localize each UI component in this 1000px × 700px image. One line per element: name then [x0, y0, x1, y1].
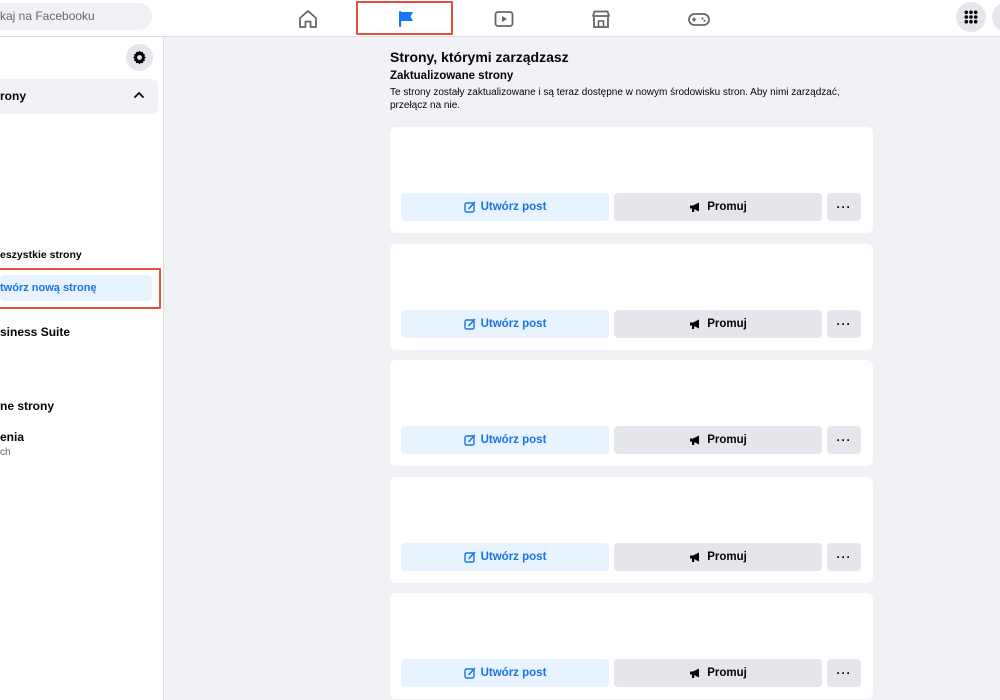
sidebar-section-pages[interactable]: rony [0, 79, 158, 114]
top-navigation-bar: kaj na Facebooku [0, 0, 1000, 37]
gear-icon [133, 50, 146, 65]
nav-tab-home[interactable] [260, 0, 356, 37]
edit-icon [463, 667, 475, 679]
promote-button[interactable]: Promuj [614, 193, 822, 221]
page-card: Utwórz post Promuj ··· [390, 360, 873, 466]
sidebar-section-label: rony [0, 89, 27, 103]
chevron-up-icon [134, 92, 144, 98]
sidebar-item-liked-pages[interactable]: ne strony [0, 399, 54, 413]
marketplace-icon [592, 10, 610, 28]
create-post-button[interactable]: Utwórz post [401, 426, 609, 454]
create-post-button[interactable]: Utwórz post [401, 310, 609, 338]
edit-icon [463, 434, 475, 446]
promote-button[interactable]: Promuj [614, 659, 822, 687]
sidebar-item-all-pages[interactable]: eszystkie strony [0, 249, 82, 261]
sidebar-item-business-suite[interactable]: siness Suite [0, 325, 70, 339]
watch-icon [494, 10, 514, 27]
edit-icon [463, 201, 475, 213]
create-post-label: Utwórz post [480, 318, 547, 330]
more-options-label: ··· [836, 317, 852, 331]
create-post-button[interactable]: Utwórz post [401, 193, 609, 221]
pages-tab-highlight [356, 1, 453, 35]
megaphone-icon [690, 435, 700, 445]
create-post-label: Utwórz post [480, 551, 547, 563]
sidebar-item-invites-sub: ch [0, 447, 11, 458]
page-card: Utwórz post Promuj ··· [390, 127, 873, 233]
more-options-label: ··· [836, 550, 852, 564]
more-options-label: ··· [836, 433, 852, 447]
promote-button[interactable]: Promuj [614, 426, 822, 454]
create-post-label: Utwórz post [480, 201, 547, 213]
create-post-button[interactable]: Utwórz post [401, 659, 609, 687]
search-placeholder: kaj na Facebooku [0, 9, 95, 23]
home-icon [299, 9, 317, 28]
more-options-button[interactable]: ··· [827, 543, 861, 571]
sidebar-item-invites[interactable]: enia [0, 430, 24, 444]
page-card: Utwórz post Promuj ··· [390, 244, 873, 350]
sidebar: rony eszystkie strony twórz nową stronę … [0, 37, 164, 700]
page-card: Utwórz post Promuj ··· [390, 477, 873, 583]
nav-tab-watch[interactable] [456, 0, 552, 37]
section-subtitle: Zaktualizowane strony [390, 70, 514, 82]
create-post-button[interactable]: Utwórz post [401, 543, 609, 571]
page-title: Strony, którymi zarządzasz [390, 49, 569, 65]
megaphone-icon [690, 202, 700, 212]
settings-button[interactable] [126, 44, 153, 71]
promote-label: Promuj [707, 318, 747, 330]
edit-icon [463, 551, 475, 563]
megaphone-icon [690, 668, 700, 678]
create-post-label: Utwórz post [480, 667, 547, 679]
promote-label: Promuj [707, 201, 747, 213]
grid-menu-icon [964, 10, 978, 24]
edit-icon [463, 318, 475, 330]
account-button[interactable] [992, 2, 1000, 32]
more-options-button[interactable]: ··· [827, 659, 861, 687]
search-input[interactable]: kaj na Facebooku [0, 3, 152, 30]
more-options-button[interactable]: ··· [827, 310, 861, 338]
megaphone-icon [690, 552, 700, 562]
more-options-button[interactable]: ··· [827, 193, 861, 221]
promote-label: Promuj [707, 667, 747, 679]
page-card: Utwórz post Promuj ··· [390, 593, 873, 699]
gaming-icon [688, 12, 710, 26]
create-page-highlight [0, 268, 161, 309]
promote-label: Promuj [707, 551, 747, 563]
nav-tab-marketplace[interactable] [553, 0, 649, 37]
promote-label: Promuj [707, 434, 747, 446]
megaphone-icon [690, 319, 700, 329]
create-post-label: Utwórz post [480, 434, 547, 446]
more-options-button[interactable]: ··· [827, 426, 861, 454]
more-options-label: ··· [836, 666, 852, 680]
promote-button[interactable]: Promuj [614, 310, 822, 338]
nav-tab-gaming[interactable] [651, 0, 747, 37]
menu-button[interactable] [956, 2, 986, 32]
section-description: Te strony zostały zaktualizowane i są te… [390, 87, 840, 111]
promote-button[interactable]: Promuj [614, 543, 822, 571]
more-options-label: ··· [836, 200, 852, 214]
